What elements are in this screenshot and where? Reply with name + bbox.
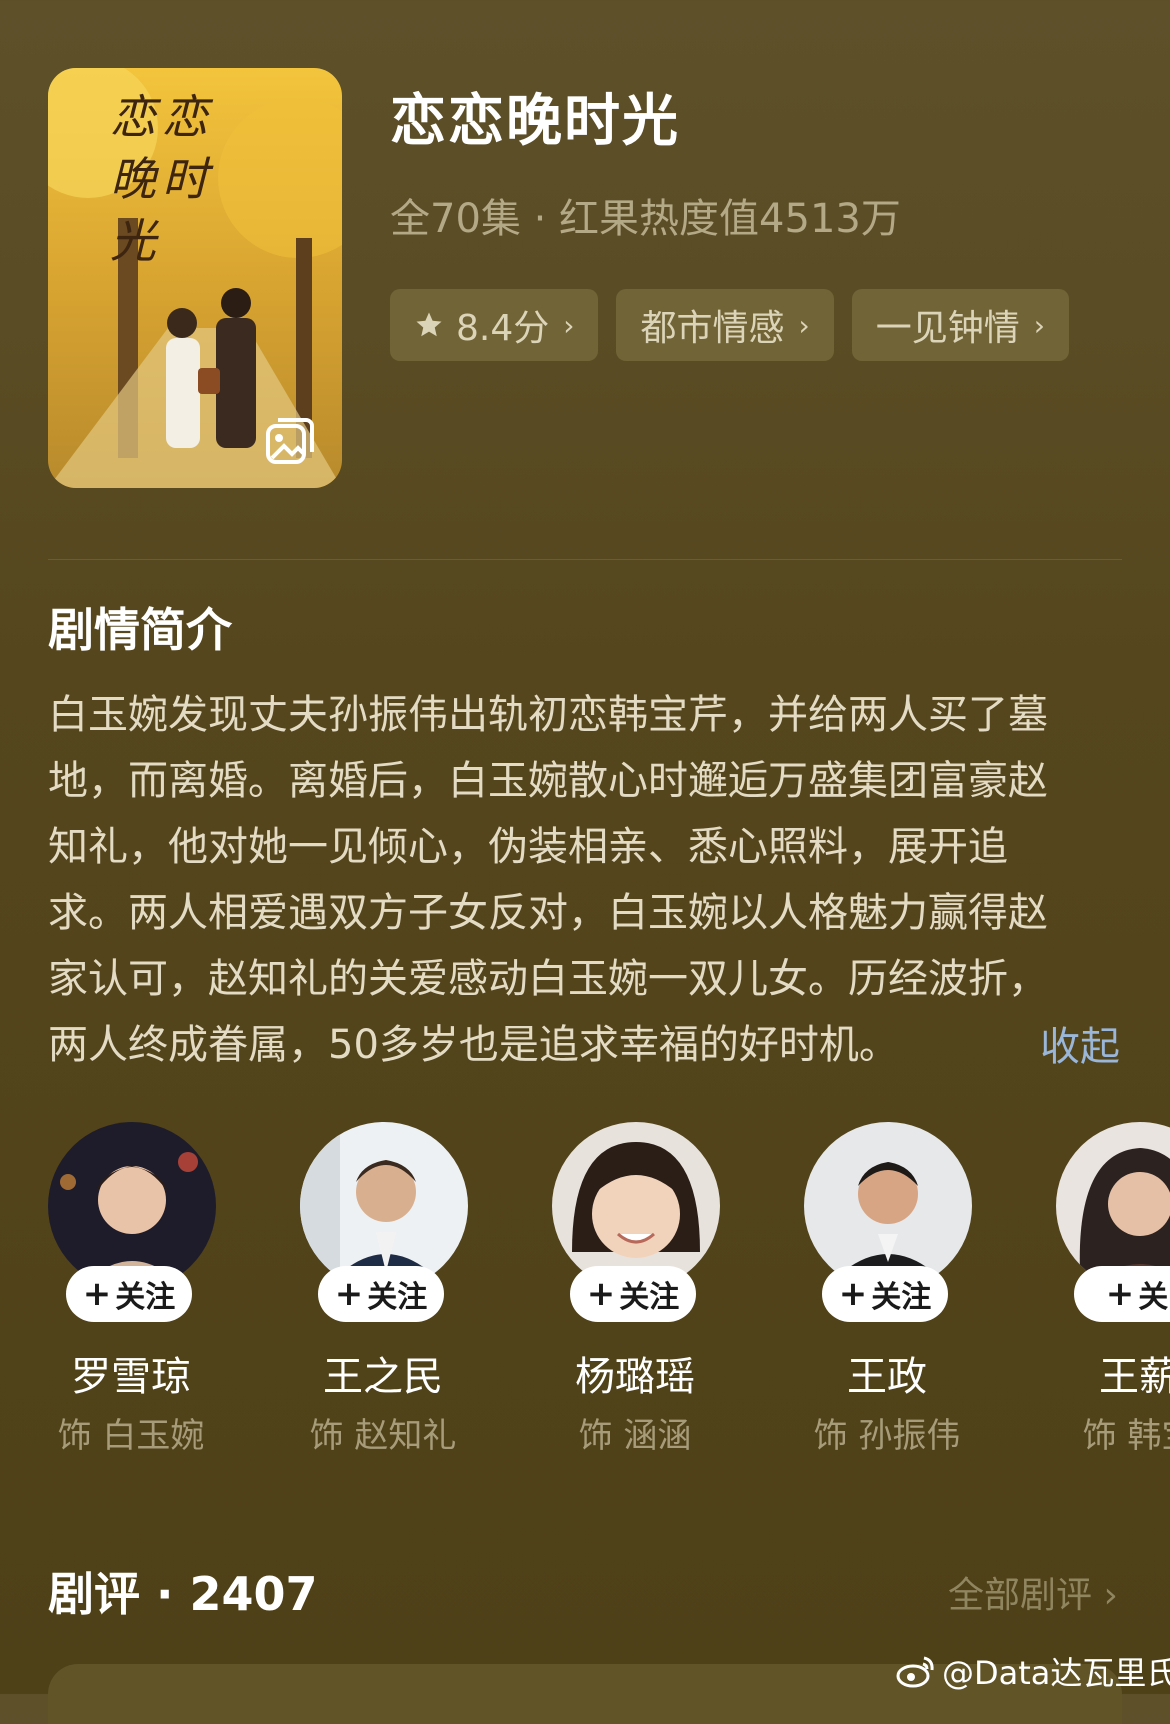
synopsis-heading: 剧情简介 xyxy=(48,603,232,657)
follow-label: 关 xyxy=(1138,1280,1169,1315)
follow-label: 关注 xyxy=(367,1280,428,1315)
gallery-icon[interactable] xyxy=(262,412,318,468)
chevron-right-icon: › xyxy=(1103,1575,1118,1616)
plus-icon: + xyxy=(82,1274,112,1314)
theme-label: 一见钟情 xyxy=(875,308,1020,349)
genre-label: 都市情感 xyxy=(640,308,785,349)
follow-button[interactable]: + 关注 xyxy=(822,1266,948,1322)
collapse-link[interactable]: 收起 xyxy=(1040,1014,1120,1072)
all-reviews-label: 全部剧评 xyxy=(948,1575,1093,1616)
follow-button[interactable]: + 关注 xyxy=(570,1266,696,1322)
chevron-right-icon: › xyxy=(1033,308,1045,342)
actor-role: 饰 赵知礼 xyxy=(309,1416,457,1456)
synopsis-line: 家认可，赵知礼的关爱感动白玉婉一双儿女。历经波折， xyxy=(48,956,1048,1002)
actor-name: 王薪 xyxy=(1099,1354,1170,1400)
chevron-right-icon: › xyxy=(563,308,575,342)
rating-label: 8.4分 xyxy=(456,308,550,349)
actor-name: 王之民 xyxy=(323,1354,443,1400)
genre-tag[interactable]: 都市情感 › xyxy=(616,289,834,361)
actor-role: 饰 孙振伟 xyxy=(813,1416,961,1456)
follow-label: 关注 xyxy=(871,1280,932,1315)
show-meta: 全70集 · 红果热度值4513万 xyxy=(390,196,901,242)
cast-list: + 关注 罗雪琼 饰 白玉婉 + 关注 王之民 饰 赵知礼 + 关注 杨璐瑶 饰… xyxy=(46,1122,1170,1462)
show-poster[interactable]: 恋恋晚时光 xyxy=(48,68,342,488)
synopsis-line: 知礼，他对她一见倾心，伪装相亲、悉心照料，展开追 xyxy=(48,824,1008,870)
chevron-right-icon: › xyxy=(798,308,810,342)
synopsis-line: 求。两人相爱遇双方子女反对，白玉婉以人格魅力赢得赵 xyxy=(48,890,1048,936)
actor-role: 饰 涵涵 xyxy=(578,1416,692,1456)
avatar[interactable] xyxy=(300,1122,468,1290)
plus-icon: + xyxy=(838,1274,868,1314)
avatar[interactable] xyxy=(1056,1122,1170,1290)
plus-icon: + xyxy=(1105,1274,1135,1314)
avatar[interactable] xyxy=(552,1122,720,1290)
plus-icon: + xyxy=(334,1274,364,1314)
plus-icon: + xyxy=(586,1274,616,1314)
actor-role: 饰 韩宝 xyxy=(1082,1416,1170,1456)
avatar[interactable] xyxy=(48,1122,216,1290)
all-reviews-link[interactable]: 全部剧评 › xyxy=(948,1566,1118,1618)
follow-button[interactable]: + 关注 xyxy=(318,1266,444,1322)
rating-tag[interactable]: 8.4分 › xyxy=(390,289,599,361)
tag-row: 8.4分 › 都市情感 › 一见钟情 › xyxy=(390,289,1069,361)
synopsis-text: 白玉婉发现丈夫孙振伟出轨初恋韩宝芹，并给两人买了墓 地，而离婚。离婚后，白玉婉散… xyxy=(48,682,1128,1078)
follow-label: 关注 xyxy=(115,1280,176,1315)
actor-name: 杨璐瑶 xyxy=(575,1354,695,1400)
actor-role: 饰 白玉婉 xyxy=(57,1416,205,1456)
actor-name: 罗雪琼 xyxy=(71,1354,191,1400)
synopsis-line: 两人终成眷属，50多岁也是追求幸福的好时机。 xyxy=(48,1022,899,1068)
follow-button[interactable]: + 关 xyxy=(1074,1266,1170,1322)
watermark: @Data达瓦里氏 xyxy=(896,1648,1170,1694)
weibo-logo-icon xyxy=(896,1656,934,1688)
synopsis-line: 白玉婉发现丈夫孙振伟出轨初恋韩宝芹，并给两人买了墓 xyxy=(48,692,1048,738)
poster-title: 恋恋晚时光 xyxy=(110,90,214,268)
follow-button[interactable]: + 关注 xyxy=(66,1266,192,1322)
avatar[interactable] xyxy=(804,1122,972,1290)
show-title: 恋恋晚时光 xyxy=(390,89,680,154)
reviews-heading: 剧评 · 2407 xyxy=(48,1567,318,1621)
divider xyxy=(48,559,1122,560)
actor-name: 王政 xyxy=(847,1354,927,1400)
synopsis-line: 地，而离婚。离婚后，白玉婉散心时邂逅万盛集团富豪赵 xyxy=(48,758,1048,804)
star-icon xyxy=(416,312,442,337)
theme-tag[interactable]: 一见钟情 › xyxy=(851,289,1069,361)
watermark-text: @Data达瓦里氏 xyxy=(942,1654,1170,1692)
follow-label: 关注 xyxy=(619,1280,680,1315)
